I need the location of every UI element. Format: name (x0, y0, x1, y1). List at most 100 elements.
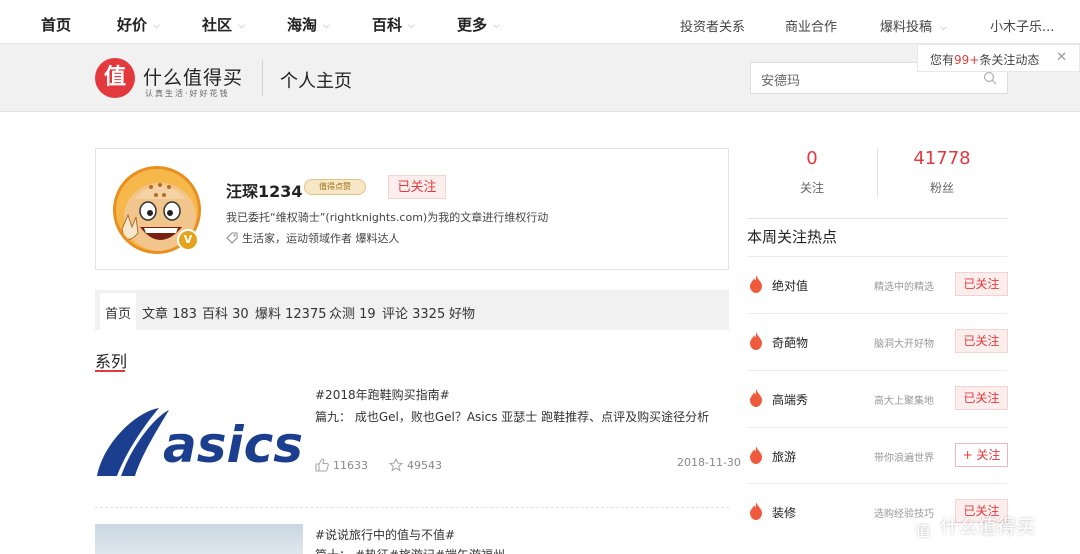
chevron-down-icon: ⌵ (153, 21, 160, 31)
chevron-down-icon: ⌵ (408, 21, 415, 31)
hot-item-name: 装修 (772, 506, 797, 520)
nav-submit-tips[interactable]: 爆料投稿 ⌵ (880, 16, 947, 35)
user-tags-text: 生活家，运动领域作者 爆料达人 (242, 232, 400, 245)
nav-business[interactable]: 商业合作 (785, 16, 837, 35)
post-thumbnail[interactable] (95, 524, 303, 554)
like-count: 11633 (333, 459, 368, 472)
hot-item-desc: 带你浪遍世界 (874, 453, 934, 464)
user-menu[interactable]: 小木子乐... (990, 16, 1054, 35)
hot-item-desc: 脑洞大开好物 (874, 339, 934, 350)
hot-item-name: 奇葩物 (772, 336, 809, 350)
close-icon[interactable]: ✕ (1056, 50, 1067, 65)
fans-label: 粉丝 (929, 181, 954, 195)
top-navigation: 首页 好价 ⌵ 社区 ⌵ 海淘 ⌵ 百科 ⌵ 更多 ⌵ 投资者关系 商业合作 爆料投稿 ⌵ … (0, 0, 1080, 44)
flame-icon (750, 275, 762, 293)
tab-articles[interactable]: 文章 183 (142, 303, 197, 322)
following-count: 0 (806, 148, 818, 169)
fans-count: 41778 (913, 148, 971, 169)
nav-haitao-label: 海淘 (287, 16, 318, 34)
nav-deals[interactable]: 好价 ⌵ (117, 14, 160, 35)
user-description: 我已委托“维权骑士”(rightknights.com)为我的文章进行维权行动 (226, 211, 549, 224)
fans-stat[interactable]: 41778 粉丝 (877, 148, 1007, 196)
tag-icon (226, 232, 238, 244)
divider (747, 218, 1007, 219)
watermark-text: 什么值得买 (940, 516, 1036, 538)
divider (95, 507, 729, 508)
unfollow-button[interactable]: 已关注 (955, 272, 1008, 296)
star-icon[interactable] (388, 457, 404, 472)
hot-item-name: 高端秀 (772, 393, 809, 407)
tab-wiki[interactable]: 百科 30 (202, 303, 249, 322)
svg-text:asics: asics (163, 416, 303, 474)
profile-card: V 汪琛1234 值得点赞 已关注 我已委托“维权骑士”(rightknight… (95, 148, 729, 270)
post-thumbnail[interactable]: asics (95, 384, 303, 492)
hot-topics-title: 本周关注热点 (747, 228, 838, 246)
logo-title[interactable]: 什么值得买 (143, 63, 243, 90)
hot-item[interactable]: 旅游 带你浪遍世界 + 关注 (747, 427, 1008, 483)
thumbs-up-icon[interactable] (315, 458, 329, 472)
tab-goods[interactable]: 好物 (449, 303, 475, 322)
nav-wiki-label: 百科 (372, 16, 403, 34)
nav-community[interactable]: 社区 ⌵ (202, 14, 245, 35)
flame-icon (750, 389, 762, 407)
username: 汪琛1234 (226, 182, 303, 201)
post-title[interactable]: 篇九： 成也Gel，败也Gel？Asics 亚瑟士 跑鞋推荐、点评及购买途径分析 (315, 408, 709, 425)
follow-button[interactable]: + 关注 (955, 443, 1008, 467)
search-value: 安德玛 (761, 74, 801, 89)
tab-reviews[interactable]: 众测 19 (329, 303, 376, 322)
logo-icon[interactable]: 值 (95, 58, 135, 98)
favorite-count: 49543 (407, 459, 442, 472)
flame-icon (750, 332, 762, 350)
nav-more[interactable]: 更多 ⌵ (457, 14, 500, 35)
nav-home[interactable]: 首页 (41, 14, 71, 35)
chevron-down-icon: ⌵ (238, 21, 245, 31)
notice-suffix: 条关注动态 (979, 53, 1040, 67)
post-date: 2018-11-30 (677, 456, 741, 469)
hot-item-name: 绝对值 (772, 279, 809, 293)
post-series-tag[interactable]: #说说旅行中的值与不值# (315, 526, 455, 543)
user-badge: 值得点赞 (304, 179, 366, 195)
following-stat[interactable]: 0 关注 (747, 148, 877, 196)
hot-item[interactable]: 高端秀 高大上聚集地 已关注 (747, 370, 1008, 426)
chevron-down-icon: ⌵ (323, 21, 330, 31)
stats-panel: 0 关注 41778 粉丝 (747, 140, 1007, 206)
nav-deals-label: 好价 (117, 16, 148, 34)
nav-submit-tips-label: 爆料投稿 (880, 20, 933, 35)
hot-item-desc: 精选中的精选 (874, 282, 934, 293)
chevron-down-icon: ⌵ (940, 23, 947, 33)
page-title: 个人主页 (280, 71, 352, 92)
user-tags: 生活家，运动领域作者 爆料达人 (226, 230, 400, 246)
nav-wiki[interactable]: 百科 ⌵ (372, 14, 415, 35)
nav-community-label: 社区 (202, 16, 233, 34)
hot-item-desc: 高大上聚集地 (874, 396, 934, 407)
hot-item-name: 旅游 (772, 450, 797, 464)
nav-investor-relations[interactable]: 投资者关系 (680, 16, 745, 35)
header-divider (262, 60, 263, 96)
asics-logo: asics (97, 408, 303, 476)
verified-badge-icon: V (177, 229, 199, 251)
watermark-logo-icon: 值 (910, 518, 936, 544)
nav-haitao[interactable]: 海淘 ⌵ (287, 14, 330, 35)
follow-notice[interactable]: 您有99+条关注动态 ✕ (917, 44, 1080, 72)
tab-tips[interactable]: 爆料 12375 (255, 303, 327, 322)
nav-home-label: 首页 (41, 16, 72, 34)
follow-status-button[interactable]: 已关注 (388, 175, 446, 199)
nav-more-label: 更多 (457, 16, 488, 34)
unfollow-button[interactable]: 已关注 (955, 386, 1008, 410)
following-label: 关注 (799, 181, 824, 195)
logo-slogan: 认真生活·好好花钱 (145, 89, 230, 98)
post-series-tag[interactable]: #2018年跑鞋购买指南# (315, 386, 450, 403)
search-icon[interactable] (983, 71, 997, 85)
post-stats: 11633 49543 (315, 457, 442, 472)
flame-icon (750, 446, 762, 464)
tab-comments[interactable]: 评论 3325 (382, 303, 445, 322)
unfollow-button[interactable]: 已关注 (955, 329, 1008, 353)
hot-item[interactable]: 奇葩物 脑洞大开好物 已关注 (747, 313, 1008, 369)
profile-tabs: 首页 文章 183 百科 30 爆料 12375 众测 19 评论 3325 好… (95, 290, 729, 330)
flame-icon (750, 502, 762, 520)
notice-prefix: 您有 (930, 53, 955, 67)
tab-home[interactable]: 首页 (100, 293, 137, 330)
section-title: 系列 (95, 352, 128, 371)
post-title[interactable]: 篇十： #热征#旅游记#端午游福州 (315, 546, 505, 554)
hot-item[interactable]: 绝对值 精选中的精选 已关注 (747, 256, 1008, 312)
